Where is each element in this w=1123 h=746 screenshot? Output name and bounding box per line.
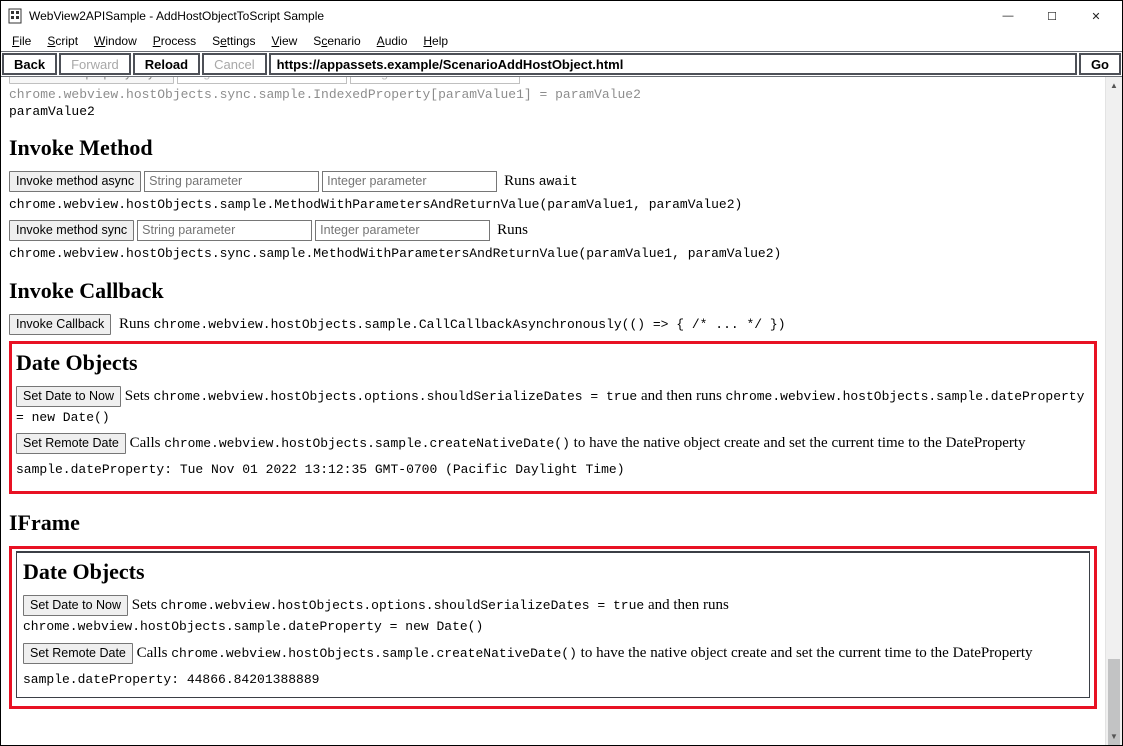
menu-process[interactable]: Process	[146, 33, 203, 49]
maximize-button[interactable]: ☐	[1030, 2, 1074, 30]
calls-label: Calls	[130, 435, 165, 451]
app-icon	[7, 8, 23, 24]
invoke-callback-button[interactable]: Invoke Callback	[9, 314, 111, 335]
cancel-button[interactable]: Cancel	[202, 53, 266, 75]
runs-label: Runs	[497, 222, 528, 239]
string-value-input[interactable]: String value	[350, 77, 520, 84]
iframe-date-objects-heading: Date Objects	[23, 559, 1083, 585]
reload-button[interactable]: Reload	[133, 53, 200, 75]
code-text-cont: paramValue2	[9, 104, 1097, 119]
titlebar: WebView2APISample - AddHostObjectToScrip…	[1, 1, 1122, 31]
invoke-callback-heading: Invoke Callback	[9, 278, 1097, 304]
go-button[interactable]: Go	[1079, 53, 1121, 75]
menu-bar: File Script Window Process Settings View…	[1, 31, 1122, 51]
iframe-set-remote-date-button[interactable]: Set Remote Date	[23, 643, 133, 664]
invoke-method-sync-button[interactable]: Invoke method sync	[9, 220, 134, 241]
set-remote-suffix: to have the native object create and set…	[574, 435, 1026, 451]
integer-parameter-input-async[interactable]: Integer parameter	[322, 171, 497, 192]
calls-label: Calls	[137, 645, 172, 661]
sets-label: Sets	[125, 388, 154, 404]
close-button[interactable]: ✕	[1074, 2, 1118, 30]
scrollbar[interactable]: ▲ ▼	[1105, 77, 1122, 745]
string-parameter-input-async[interactable]: String parameter	[144, 171, 319, 192]
page-content: Set indexed property async Integer index…	[1, 77, 1105, 745]
runs-label: Runs await	[504, 173, 578, 190]
code-text: chrome.webview.hostObjects.sync.sample.I…	[9, 87, 641, 102]
runs-label: Runs	[119, 316, 154, 332]
menu-help[interactable]: Help	[416, 33, 455, 49]
and-then-label: and then runs	[641, 388, 726, 404]
menu-file[interactable]: File	[5, 33, 38, 49]
menu-settings[interactable]: Settings	[205, 33, 262, 49]
date-property-result-main: sample.dateProperty: Tue Nov 01 2022 13:…	[16, 462, 1090, 477]
string-parameter-input-sync[interactable]: String parameter	[137, 220, 312, 241]
set-indexed-property-async-button[interactable]: Set indexed property async	[9, 77, 174, 84]
sync-code: chrome.webview.hostObjects.sync.sample.M…	[9, 245, 1097, 263]
forward-button[interactable]: Forward	[59, 53, 131, 75]
date-property-result-iframe: sample.dateProperty: 44866.84201388889	[23, 672, 1083, 687]
set-now-code2: chrome.webview.hostObjects.sample.datePr…	[23, 619, 483, 634]
window-frame: WebView2APISample - AddHostObjectToScrip…	[0, 0, 1123, 746]
runs-label: Runs	[527, 77, 558, 82]
invoke-method-async-button[interactable]: Invoke method async	[9, 171, 141, 192]
callback-code: chrome.webview.hostObjects.sample.CallCa…	[154, 317, 786, 332]
set-remote-date-button[interactable]: Set Remote Date	[16, 433, 126, 454]
set-date-now-button[interactable]: Set Date to Now	[16, 386, 121, 407]
invoke-method-heading: Invoke Method	[9, 135, 1097, 161]
address-bar[interactable]: https://appassets.example/ScenarioAddHos…	[269, 53, 1077, 75]
toolbar: Back Forward Reload Cancel https://appas…	[1, 51, 1122, 77]
set-remote-code: chrome.webview.hostObjects.sample.create…	[171, 646, 577, 661]
date-objects-heading: Date Objects	[16, 350, 1090, 376]
set-now-code1: chrome.webview.hostObjects.options.shoul…	[154, 389, 638, 404]
set-now-code1: chrome.webview.hostObjects.options.shoul…	[161, 598, 645, 613]
scroll-up-icon[interactable]: ▲	[1106, 77, 1122, 94]
scroll-down-icon[interactable]: ▼	[1106, 728, 1122, 745]
menu-window[interactable]: Window	[87, 33, 144, 49]
integer-parameter-input-sync[interactable]: Integer parameter	[315, 220, 490, 241]
menu-script[interactable]: Script	[40, 33, 85, 49]
menu-scenario[interactable]: Scenario	[306, 33, 367, 49]
iframe-heading: IFrame	[9, 510, 1097, 536]
sets-label: Sets	[132, 597, 161, 613]
date-objects-highlight: Date Objects Set Date to Now Sets chrome…	[9, 341, 1097, 494]
iframe-set-date-now-button[interactable]: Set Date to Now	[23, 595, 128, 616]
integer-index-input[interactable]: Integer index	[177, 77, 347, 84]
iframe-date-objects-highlight: Date Objects Set Date to Now Sets chrome…	[9, 546, 1097, 708]
back-button[interactable]: Back	[2, 53, 57, 75]
async-code: chrome.webview.hostObjects.sample.Method…	[9, 196, 1097, 214]
set-remote-code: chrome.webview.hostObjects.sample.create…	[164, 436, 570, 451]
minimize-button[interactable]: —	[986, 2, 1030, 30]
and-then-label: and then runs	[648, 597, 729, 613]
set-remote-suffix: to have the native object create and set…	[581, 645, 1033, 661]
menu-audio[interactable]: Audio	[370, 33, 415, 49]
iframe-content: Date Objects Set Date to Now Sets chrome…	[16, 551, 1090, 697]
menu-view[interactable]: View	[264, 33, 304, 49]
window-title: WebView2APISample - AddHostObjectToScrip…	[29, 9, 986, 23]
